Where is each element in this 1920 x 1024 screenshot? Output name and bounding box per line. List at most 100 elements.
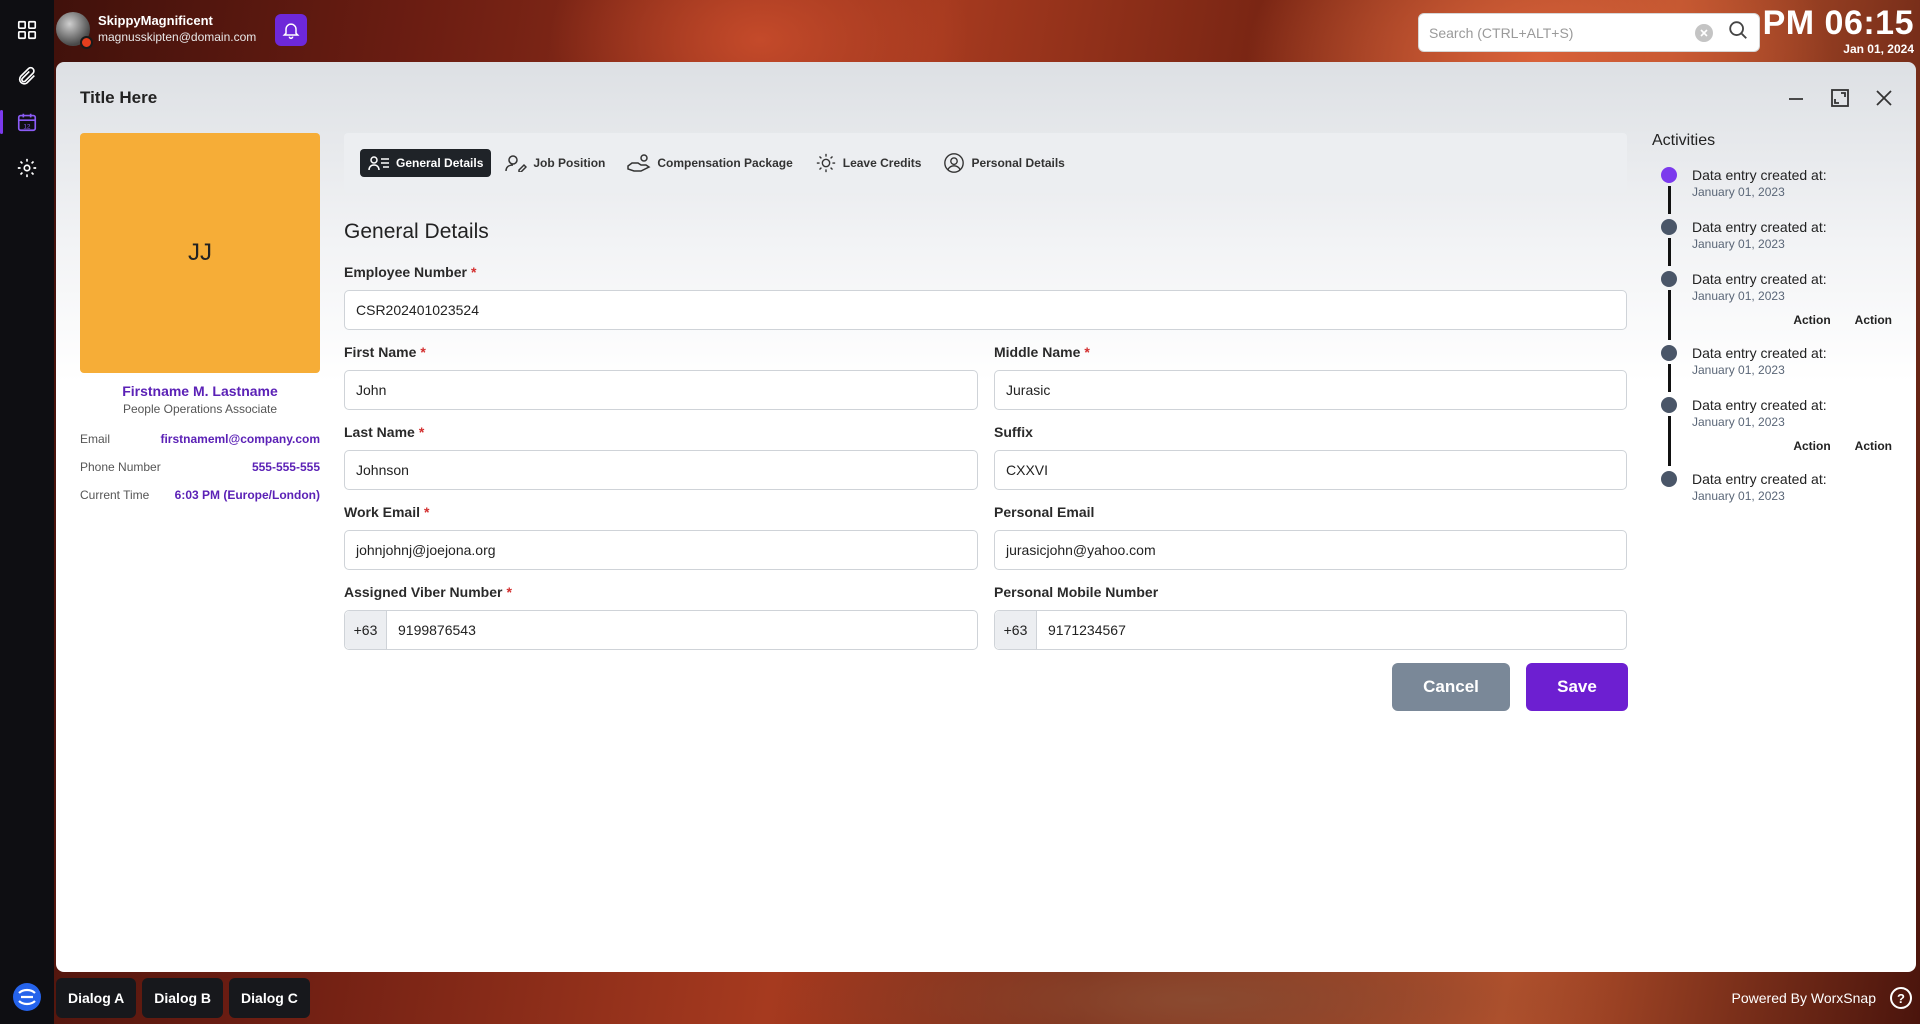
clock-date: Jan 01, 2024 (1843, 42, 1914, 56)
timeline-dot (1661, 167, 1677, 183)
user-pen-icon (505, 155, 528, 172)
dialog-window: Title Here JJ Firstname M. Lastname Peop… (56, 62, 1916, 972)
user-menu[interactable]: SkippyMagnificent magnusskipten@domain.c… (56, 12, 257, 49)
middle-name-input[interactable]: Jurasic (994, 370, 1627, 410)
activity-action-link[interactable]: Action (1793, 313, 1830, 327)
personal-email-field: Personal Email jurasicjohn@yahoo.com (994, 504, 1627, 570)
help-icon[interactable]: ? (1890, 987, 1912, 1009)
avatar[interactable] (56, 12, 93, 49)
taskbar-dialog-b[interactable]: Dialog B (142, 978, 224, 1018)
tab-compensation-package[interactable]: Compensation Package (619, 149, 800, 177)
first-name-field: First Name * John (344, 344, 978, 410)
activity-text: Data entry created at: (1692, 167, 1827, 183)
suffix-field: Suffix CXXVI (994, 424, 1627, 490)
viber-label: Assigned Viber Number * (344, 584, 512, 600)
clear-icon[interactable] (1695, 23, 1713, 42)
activity-item: Data entry created at: January 01, 2023 … (1652, 396, 1892, 470)
viber-input[interactable]: +63 9199876543 (344, 610, 978, 650)
activity-text: Data entry created at: (1692, 271, 1827, 287)
activity-action-link[interactable]: Action (1855, 439, 1892, 453)
activities-panel: Activities Data entry created at: Januar… (1652, 132, 1892, 510)
timeline-dot (1661, 471, 1677, 487)
tab-label: Personal Details (971, 156, 1065, 170)
personal-email-input[interactable]: jurasicjohn@yahoo.com (994, 530, 1627, 570)
timeline-dot (1661, 271, 1677, 287)
tab-label: Job Position (533, 156, 606, 170)
activity-item: Data entry created at: January 01, 2023 (1652, 470, 1892, 510)
activity-date: January 01, 2023 (1692, 363, 1785, 377)
user-name: SkippyMagnificent (98, 12, 213, 28)
timeline-line (1668, 364, 1671, 392)
employee-number-input[interactable]: CSR202401023524 (344, 290, 1627, 330)
last-name-field: Last Name * Johnson (344, 424, 978, 490)
tab-general-details[interactable]: General Details (360, 149, 492, 177)
profile-photo[interactable]: JJ (80, 133, 320, 373)
notifications-button[interactable] (275, 14, 307, 46)
activity-timeline: Data entry created at: January 01, 2023 … (1652, 166, 1892, 510)
employee-number-field: Employee Number * CSR202401023524 (344, 264, 1627, 330)
tab-label: Leave Credits (842, 156, 922, 170)
last-name-input[interactable]: Johnson (344, 450, 978, 490)
suffix-input[interactable]: CXXVI (994, 450, 1627, 490)
maximize-icon[interactable] (1828, 86, 1852, 110)
side-rail: 12 (0, 0, 54, 1024)
tab-job-position[interactable]: Job Position (497, 149, 613, 177)
window-title: Title Here (80, 88, 158, 107)
profile-role: People Operations Associate (122, 402, 278, 416)
search-box (1418, 13, 1760, 52)
tab-leave-credits[interactable]: Leave Credits (807, 149, 930, 177)
mobile-number: 9171234567 (1048, 622, 1126, 638)
timeline-dot (1661, 397, 1677, 413)
apps-grid-icon[interactable] (11, 14, 43, 46)
work-email-input[interactable]: johnjohnj@joejona.org (344, 530, 978, 570)
work-email-field: Work Email * johnjohnj@joejona.org (344, 504, 978, 570)
activity-text: Data entry created at: (1692, 219, 1827, 235)
timeline-line (1668, 238, 1671, 266)
viber-number: 9199876543 (398, 622, 476, 638)
profile-time-label: Current Time (80, 488, 150, 502)
mobile-input[interactable]: +63 9171234567 (994, 610, 1627, 650)
profile-phone-value[interactable]: 555-555-555 (252, 460, 320, 474)
id-list-icon (368, 156, 389, 171)
tab-bar: General Details Job Position Compensatio… (344, 133, 1627, 193)
save-button[interactable]: Save (1526, 663, 1628, 711)
search-input[interactable] (1429, 24, 1695, 41)
svg-text:12: 12 (23, 123, 31, 130)
section-title: General Details (344, 220, 489, 243)
activity-text: Data entry created at: (1692, 471, 1827, 487)
taskbar-dialog-c[interactable]: Dialog C (229, 978, 310, 1018)
activity-item: Data entry created at: January 01, 2023 (1652, 344, 1892, 396)
search-icon[interactable] (1727, 19, 1749, 46)
profile-name: Firstname M. Lastname (122, 383, 278, 399)
status-dot (80, 36, 93, 49)
country-code: +63 (345, 611, 387, 649)
bell-icon (282, 23, 300, 40)
activity-text: Data entry created at: (1692, 345, 1827, 361)
calendar-icon[interactable]: 12 (0, 106, 43, 138)
gear-icon[interactable] (11, 152, 43, 184)
mobile-label: Personal Mobile Number (994, 584, 1159, 600)
tab-personal-details[interactable]: Personal Details (935, 149, 1072, 177)
paperclip-icon[interactable] (11, 60, 43, 92)
last-name-label: Last Name * (344, 424, 425, 440)
viber-field: Assigned Viber Number * +63 9199876543 (344, 584, 978, 650)
activity-date: January 01, 2023 (1692, 415, 1785, 429)
first-name-label: First Name * (344, 344, 426, 360)
user-email: magnusskipten@domain.com (98, 29, 257, 44)
first-name-input[interactable]: John (344, 370, 978, 410)
worxsnap-logo-icon[interactable] (12, 982, 42, 1012)
timeline-line (1668, 186, 1671, 214)
activity-date: January 01, 2023 (1692, 237, 1785, 251)
activity-action-link[interactable]: Action (1793, 439, 1830, 453)
timeline-line (1668, 290, 1671, 340)
profile-email-label: Email (80, 432, 111, 446)
profile-email-value[interactable]: firstnameml@company.com (160, 432, 320, 446)
cancel-button[interactable]: Cancel (1392, 663, 1510, 711)
minimize-icon[interactable] (1784, 86, 1808, 110)
personal-email-label: Personal Email (994, 504, 1095, 520)
profile-card: JJ Firstname M. Lastname People Operatio… (80, 133, 320, 502)
activity-action-link[interactable]: Action (1855, 313, 1892, 327)
taskbar-dialog-a[interactable]: Dialog A (56, 978, 137, 1018)
close-icon[interactable] (1872, 86, 1896, 110)
profile-time-value: 6:03 PM (Europe/London) (174, 488, 320, 502)
